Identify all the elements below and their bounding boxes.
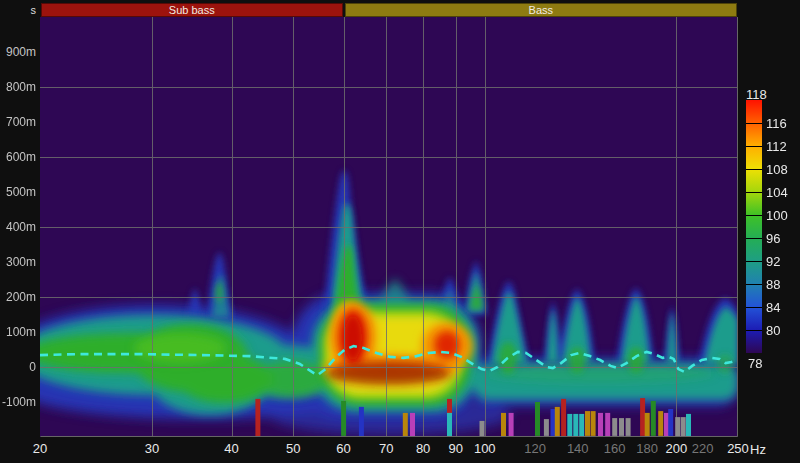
harmonic-bar xyxy=(598,413,603,436)
legend-tick-label: 116 xyxy=(766,117,787,130)
x-tick-label: 20 xyxy=(17,442,63,455)
legend-tick xyxy=(746,192,762,193)
harmonic-bar xyxy=(403,413,408,436)
harmonic-bar xyxy=(658,411,663,436)
harmonic-bar xyxy=(567,414,572,436)
spectrogram-app: s Sub bassBass 900m 800m 700m 600m 500m 400m 3… xyxy=(0,0,800,463)
x-tick-label: 120 xyxy=(512,442,558,455)
harmonic-bar xyxy=(561,399,566,436)
y-tick-label: 500m xyxy=(0,186,36,198)
legend-tick-label: 112 xyxy=(766,140,787,153)
harmonic-bar xyxy=(410,413,415,436)
x-tick-label: 40 xyxy=(209,442,255,455)
harmonic-bar xyxy=(605,413,610,436)
y-tick-label: 300m xyxy=(0,256,36,268)
harmonic-bar xyxy=(640,398,645,436)
harmonic-bar xyxy=(555,407,560,436)
x-tick-label: 30 xyxy=(129,442,175,455)
harmonic-bar xyxy=(535,402,540,436)
spectrogram-plot[interactable] xyxy=(40,17,738,437)
band-bass: Bass xyxy=(345,3,737,17)
harmonic-bar xyxy=(579,414,584,436)
band-sub-bass: Sub bass xyxy=(41,3,343,17)
harmonic-bar xyxy=(255,399,260,436)
harmonic-bar xyxy=(551,409,556,436)
y-tick-label: 0 xyxy=(0,361,36,373)
legend-tick xyxy=(746,146,762,147)
legend-tick-label: 84 xyxy=(766,301,780,314)
x-tick-label: 100 xyxy=(462,442,508,455)
spectrogram-canvas xyxy=(40,17,738,437)
legend-tick-label: 96 xyxy=(766,232,780,245)
harmonic-bar xyxy=(591,411,596,436)
legend-tick-label: 92 xyxy=(766,255,780,268)
y-tick-label: 900m xyxy=(0,46,36,58)
harmonic-bar xyxy=(645,413,650,436)
legend-tick xyxy=(746,169,762,170)
harmonic-bar xyxy=(585,411,590,436)
x-tick-label: 60 xyxy=(321,442,367,455)
legend-tick xyxy=(746,261,762,262)
harmonic-bar xyxy=(681,417,686,436)
legend-min-label: 78 xyxy=(748,356,762,371)
y-tick-label: 800m xyxy=(0,81,36,93)
legend-tick-label: 80 xyxy=(766,324,780,337)
harmonic-bar xyxy=(675,417,680,436)
legend-tick xyxy=(746,330,762,331)
y-tick-label: -100m xyxy=(0,396,36,408)
legend-tick-label: 100 xyxy=(766,209,788,222)
harmonic-bar xyxy=(686,414,691,436)
legend-tick xyxy=(746,123,762,124)
harmonic-bar xyxy=(612,418,617,436)
harmonic-bar xyxy=(668,409,673,436)
y-tick-label: 200m xyxy=(0,291,36,303)
harmonic-bar xyxy=(501,413,506,436)
time-axis-unit: s xyxy=(16,4,36,16)
legend-tick-label: 104 xyxy=(766,186,788,199)
legend-tick xyxy=(746,215,762,216)
harmonic-bar xyxy=(573,414,578,436)
harmonic-bar xyxy=(509,413,514,436)
harmonic-bar xyxy=(626,418,631,436)
harmonic-bar xyxy=(619,418,624,436)
y-tick-label: 600m xyxy=(0,151,36,163)
frequency-axis-unit: Hz xyxy=(750,442,766,457)
harmonic-bar xyxy=(341,401,346,436)
legend-tick xyxy=(746,238,762,239)
harmonic-bar xyxy=(480,421,485,436)
y-tick-label: 700m xyxy=(0,116,36,128)
legend-tick-label: 88 xyxy=(766,278,780,291)
harmonic-bar xyxy=(359,407,364,436)
x-tick-label: 50 xyxy=(270,442,316,455)
harmonic-bar xyxy=(544,419,549,436)
harmonic-bar xyxy=(447,413,452,436)
harmonic-bar xyxy=(651,401,656,436)
legend-tick-label: 108 xyxy=(766,163,788,176)
y-tick-label: 400m xyxy=(0,221,36,233)
legend-tick xyxy=(746,284,762,285)
legend-color-bar xyxy=(746,100,762,353)
y-tick-label: 100m xyxy=(0,326,36,338)
legend-tick xyxy=(746,307,762,308)
